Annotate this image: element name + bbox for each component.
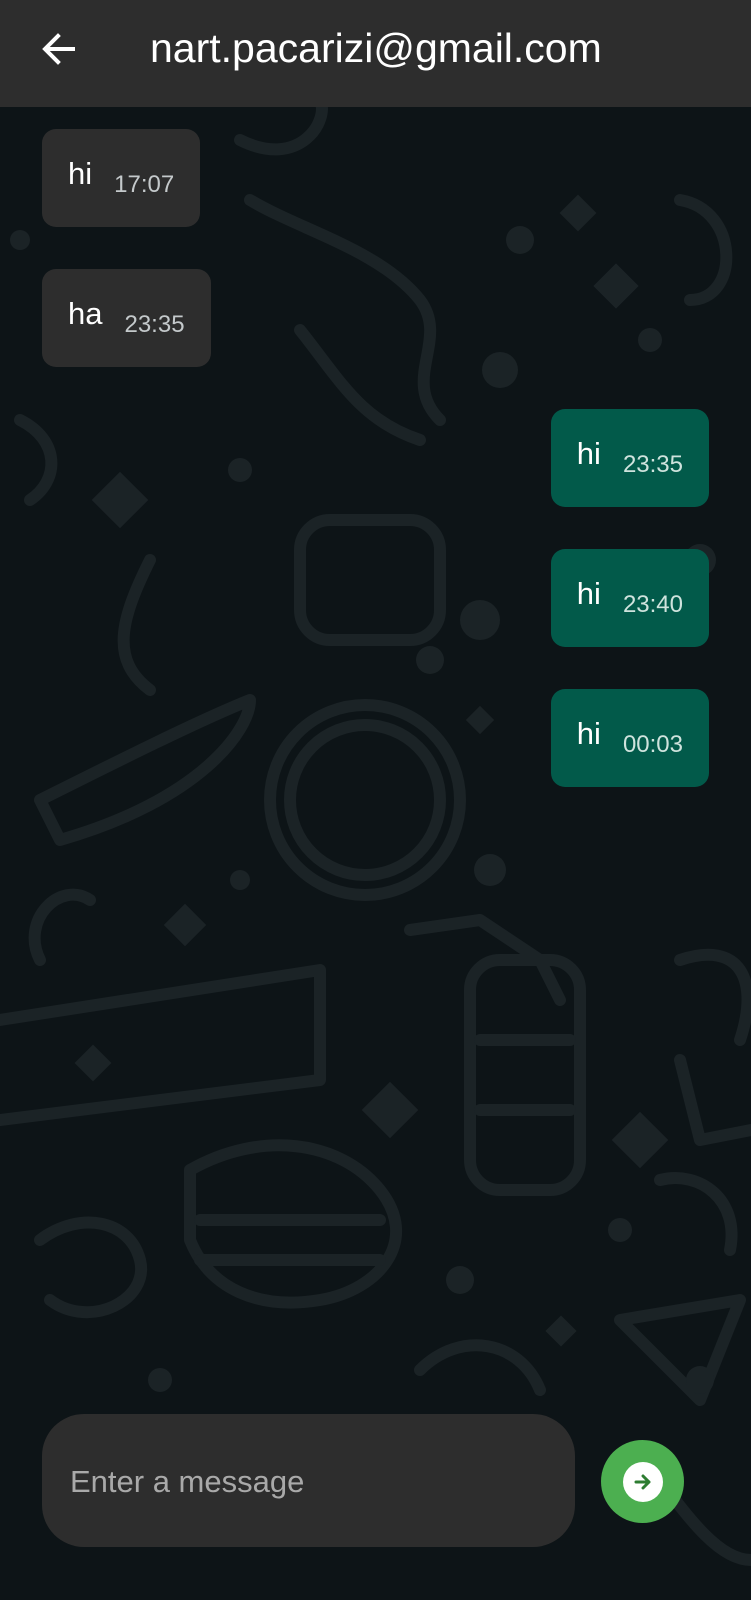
message-text: hi xyxy=(68,156,93,191)
app-bar: nart.pacarizi@gmail.com xyxy=(0,0,751,107)
message-time: 17:07 xyxy=(114,171,175,198)
chat-wallpaper xyxy=(0,94,751,1566)
message-text: hi xyxy=(576,716,601,751)
message-time: 00:03 xyxy=(622,731,683,758)
chat-title: nart.pacarizi@gmail.com xyxy=(150,25,602,71)
message-time: 23:35 xyxy=(124,311,185,338)
message-bubble-outgoing: hi 23:35 xyxy=(550,409,709,507)
message-bubble-outgoing: hi 00:03 xyxy=(550,689,709,787)
message-time: 23:35 xyxy=(622,451,683,478)
message-bubble-incoming: hi 17:07 xyxy=(42,129,201,227)
message-text: hi xyxy=(576,436,601,471)
message-text: ha xyxy=(68,296,103,331)
arrow-left-icon xyxy=(42,33,75,65)
send-button-inner xyxy=(622,1461,663,1502)
message-bubble-outgoing: hi 23:40 xyxy=(550,549,709,647)
message-time: 23:40 xyxy=(622,591,683,618)
message-text: hi xyxy=(576,576,601,611)
send-button[interactable] xyxy=(601,1440,684,1523)
message-bubble-incoming: ha 23:35 xyxy=(42,269,211,367)
back-button[interactable] xyxy=(30,20,88,78)
message-input[interactable] xyxy=(68,1414,552,1549)
message-composer xyxy=(42,1414,575,1549)
arrow-right-icon xyxy=(634,1474,650,1489)
